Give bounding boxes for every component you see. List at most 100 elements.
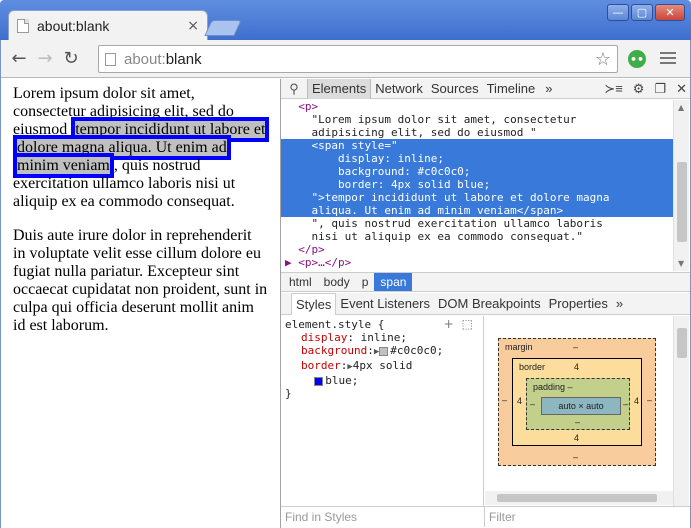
border-right-value[interactable]: 4 xyxy=(634,396,639,406)
page-icon xyxy=(17,18,29,33)
browser-tab[interactable]: about:blank × xyxy=(8,10,208,40)
metrics-hscrollbar[interactable] xyxy=(485,491,673,505)
dom-node-line[interactable]: border: 4px solid blue; xyxy=(281,178,673,191)
devtools-panel: ⚲ Elements Network Sources Timeline » ≻≡… xyxy=(280,78,691,528)
toggle-state-icon[interactable]: ⬚ xyxy=(462,318,473,331)
hamburger-icon[interactable] xyxy=(660,50,676,66)
paragraph-1: Lorem ipsum dolor sit amet, consectetur … xyxy=(13,85,270,211)
back-button[interactable]: ← xyxy=(6,46,32,72)
extension-icon[interactable]: •• xyxy=(628,50,646,68)
reload-button[interactable]: ↻ xyxy=(58,46,84,72)
dom-node-line[interactable]: adipisicing elit, sed do eiusmod " xyxy=(281,126,673,139)
color-swatch[interactable] xyxy=(379,346,389,356)
address-bar[interactable]: about:blank ☆ xyxy=(98,45,618,73)
style-prop-border-color[interactable]: blue; xyxy=(285,374,479,387)
dom-node-line[interactable]: <span style=" xyxy=(281,139,673,152)
crumb-p[interactable]: p xyxy=(356,273,375,291)
box-model-diagram: margin – – – – border 4 4 4 4 padding – … xyxy=(485,316,673,491)
dom-node-line[interactable]: ▶ <p>…</p> xyxy=(281,256,673,269)
padding-bottom-value[interactable]: – xyxy=(575,417,580,427)
border-bottom-value[interactable]: 4 xyxy=(574,433,579,443)
style-prop-display[interactable]: display: inline; xyxy=(285,331,479,344)
filter-bar xyxy=(281,506,691,528)
scroll-down-icon[interactable]: ▼ xyxy=(678,259,684,268)
tab-elements[interactable]: Elements xyxy=(307,78,372,99)
dom-node-line[interactable]: display: inline; xyxy=(281,152,673,165)
elements-tree[interactable]: <p> "Lorem ipsum dolor sit amet, consect… xyxy=(281,100,673,271)
tab-timeline[interactable]: Timeline xyxy=(483,79,540,99)
tab-styles[interactable]: Styles xyxy=(291,292,337,315)
margin-left-value[interactable]: – xyxy=(502,395,507,405)
bookmark-star-icon[interactable]: ☆ xyxy=(595,49,611,70)
devtools-actions: ≻≡ ⚙ ❐ ✕ xyxy=(604,79,691,99)
scroll-thumb[interactable] xyxy=(677,162,687,242)
inspect-search-icon[interactable]: ⚲ xyxy=(281,81,307,97)
tab-network[interactable]: Network xyxy=(371,79,427,99)
style-prop-border[interactable]: border:▶4px solid xyxy=(285,359,479,374)
dom-node-line[interactable]: <p> xyxy=(281,100,673,113)
elements-scrollbar[interactable]: ▲ ▼ xyxy=(673,100,689,271)
tab-title: about:blank xyxy=(37,17,110,34)
breadcrumb: html body p span xyxy=(281,272,691,292)
scroll-thumb[interactable] xyxy=(497,494,657,502)
new-tab-button[interactable] xyxy=(204,20,242,36)
close-window-button[interactable]: ✕ xyxy=(655,4,685,21)
more-subtabs-icon[interactable]: » xyxy=(612,293,627,315)
scroll-up-icon[interactable]: ▲ xyxy=(678,103,684,112)
dom-node-line[interactable]: <p> xyxy=(281,269,673,271)
more-tabs-icon[interactable]: » xyxy=(539,81,558,96)
dom-node-line[interactable]: background: #c0c0c0; xyxy=(281,165,673,178)
tab-properties[interactable]: Properties xyxy=(545,293,612,315)
console-drawer-icon[interactable]: ≻≡ xyxy=(604,81,622,97)
dom-node-line[interactable]: aliqua. Ut enim ad minim veniam</span> xyxy=(281,204,673,217)
maximize-button[interactable]: ▢ xyxy=(631,4,653,21)
browser-toolbar: ← → ↻ about:blank ☆ •• xyxy=(0,40,691,78)
margin-bottom-value[interactable]: – xyxy=(573,452,578,462)
url-text[interactable]: about:blank xyxy=(124,51,595,68)
title-bar: about:blank × — ▢ ✕ xyxy=(0,0,691,40)
dom-node-line[interactable]: ">tempor incididunt ut labore et dolore … xyxy=(281,191,673,204)
close-tab-icon[interactable]: × xyxy=(187,18,199,34)
page-icon xyxy=(105,52,116,66)
crumb-span[interactable]: span xyxy=(374,273,413,291)
paragraph-2: Duis aute irure dolor in reprehenderit i… xyxy=(13,227,268,334)
tab-dom-breakpoints[interactable]: DOM Breakpoints xyxy=(434,293,545,315)
dom-node-line[interactable]: ", quis nostrud exercitation ullamco lab… xyxy=(281,217,673,230)
dom-node-line[interactable]: </p> xyxy=(281,243,673,256)
style-selector[interactable]: element.style { xyxy=(285,318,384,331)
scroll-thumb[interactable] xyxy=(677,328,687,358)
tab-event-listeners[interactable]: Event Listeners xyxy=(336,293,434,315)
add-rule-icon[interactable]: + xyxy=(444,318,454,331)
window-controls: — ▢ ✕ xyxy=(607,4,685,21)
settings-gear-icon[interactable]: ⚙ xyxy=(633,81,645,97)
sidebar-scrollbar[interactable] xyxy=(673,316,689,506)
margin-top-value[interactable]: – xyxy=(573,342,578,352)
tab-sources[interactable]: Sources xyxy=(427,79,483,99)
crumb-html[interactable]: html xyxy=(283,273,318,291)
close-devtools-icon[interactable]: ✕ xyxy=(676,81,687,97)
sidebar-tabbar: Styles Event Listeners DOM Breakpoints P… xyxy=(281,292,691,315)
window-border-left xyxy=(0,40,1,528)
find-in-styles-input[interactable] xyxy=(281,507,485,527)
style-prop-background[interactable]: background:▶ #c0c0c0; xyxy=(285,344,479,359)
content-box[interactable]: auto × auto xyxy=(541,397,621,415)
padding-right-value[interactable]: – xyxy=(623,399,628,409)
padding-box[interactable]: padding – – – – auto × auto xyxy=(526,378,630,430)
color-swatch[interactable] xyxy=(314,376,324,386)
margin-box[interactable]: margin – – – – border 4 4 4 4 padding – … xyxy=(498,338,656,466)
margin-right-value[interactable]: – xyxy=(647,395,652,405)
filter-input[interactable] xyxy=(485,507,685,527)
border-left-value[interactable]: 4 xyxy=(517,396,522,406)
border-top-value[interactable]: 4 xyxy=(574,362,579,372)
forward-button[interactable]: → xyxy=(32,46,58,72)
dom-node-line[interactable]: "Lorem ipsum dolor sit amet, consectetur xyxy=(281,113,673,126)
border-box[interactable]: border 4 4 4 4 padding – – – – auto × au… xyxy=(512,358,642,446)
crumb-body[interactable]: body xyxy=(318,273,356,291)
minimize-button[interactable]: — xyxy=(607,4,629,21)
dock-icon[interactable]: ❐ xyxy=(654,81,666,97)
dom-node-line[interactable]: nisi ut aliquip ex ea commodo consequat.… xyxy=(281,230,673,243)
padding-left-value[interactable]: – xyxy=(530,399,535,409)
style-rule-header: element.style { + ⬚ xyxy=(285,318,479,332)
page-content: Lorem ipsum dolor sit amet, consectetur … xyxy=(0,79,280,528)
style-rule-close: } xyxy=(285,387,292,400)
